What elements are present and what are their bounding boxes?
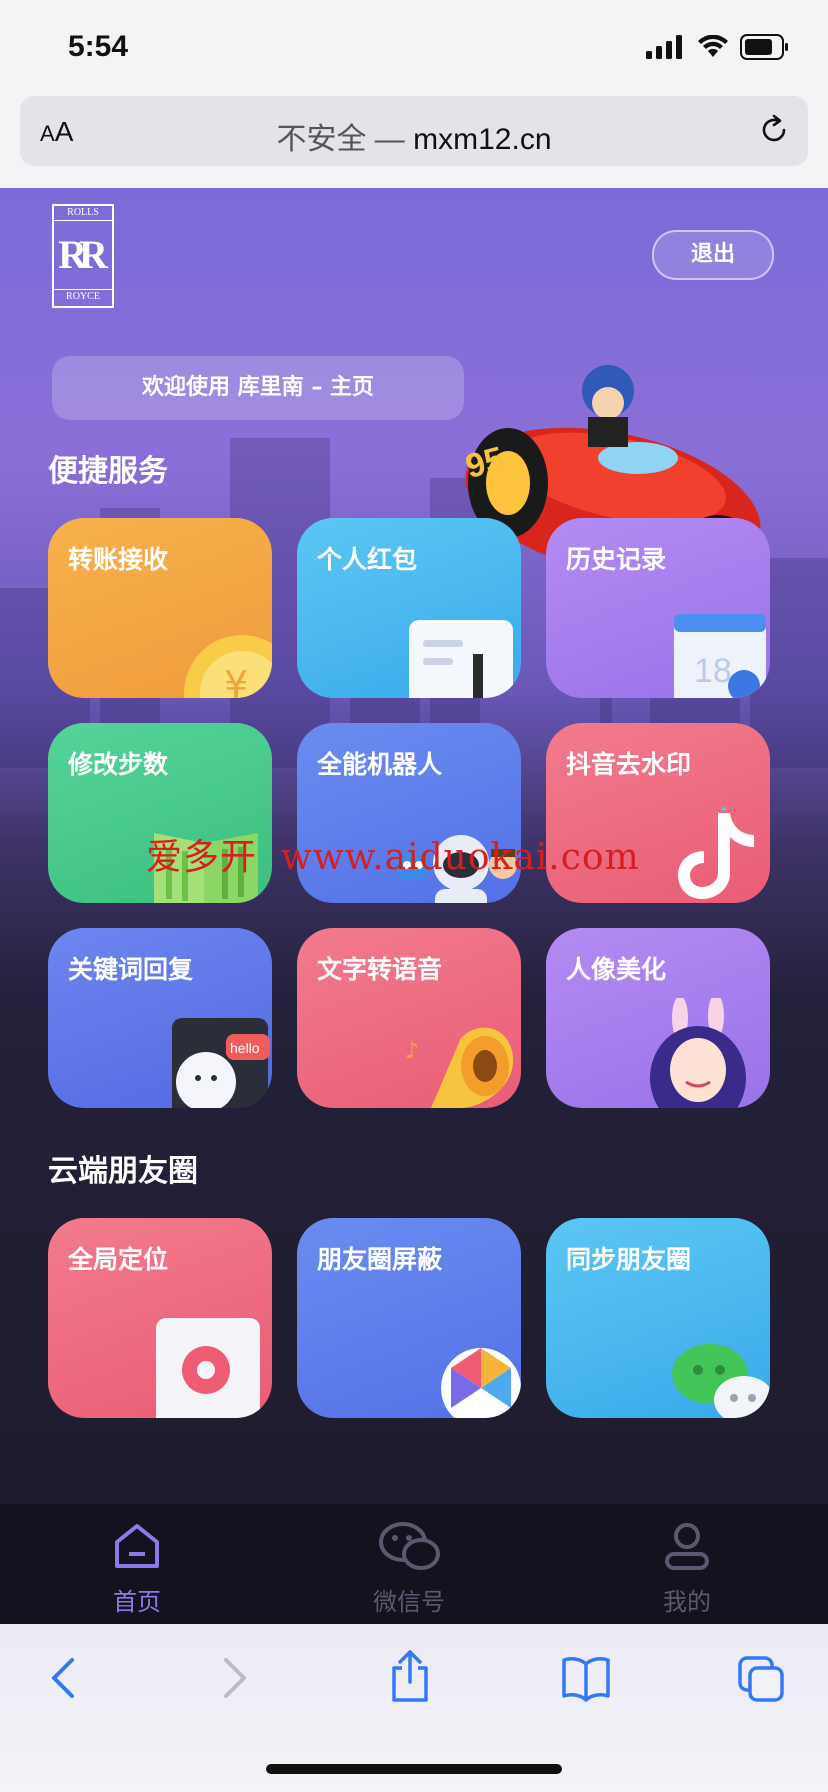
card-label: 转账接收	[68, 545, 169, 574]
chat-phone-icon: hello	[172, 1018, 270, 1108]
svg-text:hello: hello	[230, 1040, 260, 1056]
logo-bottom-text: ROYCE	[54, 289, 112, 304]
wechat-bubbles-icon	[672, 1344, 770, 1418]
tiktok-icon	[678, 807, 754, 899]
calendar-icon: 18	[674, 614, 766, 698]
card-label: 个人红包	[317, 545, 418, 574]
svg-text:¥: ¥	[224, 663, 248, 698]
tab-mine[interactable]: 我的	[612, 1518, 762, 1617]
web-page: ROLLS RR ROYCE 退出 欢迎使用 库里南 – 主页 95 便捷服务 …	[0, 188, 828, 1504]
card-keyword-reply[interactable]: 关键词回复 hello	[48, 928, 272, 1108]
reload-icon[interactable]	[756, 112, 792, 148]
tab-home-label: 首页	[113, 1588, 161, 1616]
tab-home[interactable]: 首页	[62, 1518, 212, 1617]
back-icon[interactable]	[44, 1654, 84, 1702]
card-sync-moments[interactable]: 同步朋友圈	[546, 1218, 770, 1418]
welcome-banner: 欢迎使用 库里南 – 主页	[52, 356, 464, 420]
gramophone-icon: ♪	[405, 1027, 514, 1108]
rolls-royce-logo: ROLLS RR ROYCE	[52, 204, 114, 308]
wechat-icon	[379, 1522, 440, 1570]
bookmarks-icon[interactable]	[560, 1654, 612, 1702]
card-history[interactable]: 历史记录 18	[546, 518, 770, 698]
share-icon[interactable]	[386, 1648, 434, 1704]
document-icon	[409, 620, 513, 698]
section-title-quick-services: 便捷服务	[48, 454, 168, 489]
card-global-location[interactable]: 全局定位	[48, 1218, 272, 1418]
camera-aperture-icon	[441, 1348, 521, 1418]
card-label: 修改步数	[68, 750, 169, 779]
status-bar: 5:54	[0, 0, 828, 92]
address-bar[interactable]: AA 不安全 — mxm12.cn	[20, 96, 808, 166]
section-title-cloud-moments: 云端朋友圈	[48, 1154, 198, 1189]
card-label: 历史记录	[566, 545, 667, 574]
card-label: 关键词回复	[68, 955, 194, 984]
browser-toolbar: AA 不安全 — mxm12.cn	[0, 92, 828, 188]
card-label: 文字转语音	[317, 955, 443, 984]
location-pin-icon	[156, 1318, 260, 1418]
watermark-overlay: 爱多开 www.aiduokai.com	[146, 828, 640, 880]
card-moments-block[interactable]: 朋友圈屏蔽	[297, 1218, 521, 1418]
card-label: 全能机器人	[317, 750, 443, 779]
card-label: 同步朋友圈	[566, 1245, 692, 1274]
wifi-icon	[698, 35, 728, 57]
logo-monogram: RR	[58, 232, 108, 277]
status-icons	[646, 34, 790, 60]
status-time: 5:54	[68, 30, 129, 63]
coin-icon: ¥	[184, 635, 272, 698]
card-label: 朋友圈屏蔽	[317, 1245, 443, 1274]
card-text-to-speech[interactable]: 文字转语音 ♪	[297, 928, 521, 1108]
card-red-packet[interactable]: 个人红包	[297, 518, 521, 698]
home-indicator	[266, 1764, 562, 1774]
url-host: mxm12.cn	[413, 123, 552, 156]
bunny-girl-icon	[650, 998, 746, 1108]
home-icon	[115, 1524, 159, 1568]
battery-icon	[740, 34, 788, 60]
card-label: 人像美化	[566, 955, 667, 984]
logo-top-text: ROLLS	[54, 206, 112, 221]
card-label: 抖音去水印	[566, 750, 692, 779]
watermark-url: www.aiduokai.com	[281, 837, 640, 878]
tab-wechat-label: 微信号	[373, 1588, 445, 1616]
bottom-tab-bar: 首页 微信号 我的	[0, 1504, 828, 1624]
logout-button[interactable]: 退出	[652, 230, 774, 280]
svg-text:♪: ♪	[405, 1039, 419, 1064]
tab-wechat-account[interactable]: 微信号	[334, 1518, 484, 1617]
card-label: 全局定位	[68, 1245, 169, 1274]
forward-icon[interactable]	[214, 1654, 254, 1702]
tabs-icon[interactable]	[736, 1654, 786, 1704]
card-transfer-receive[interactable]: 转账接收 ¥	[48, 518, 272, 698]
user-icon	[665, 1523, 709, 1570]
security-label: 不安全 —	[276, 123, 414, 156]
svg-text:18: 18	[694, 652, 732, 690]
watermark-cn: 爱多开	[146, 837, 258, 878]
cellular-signal-icon	[646, 35, 682, 59]
tab-mine-label: 我的	[663, 1588, 711, 1616]
url-display[interactable]: 不安全 — mxm12.cn	[20, 114, 808, 158]
card-portrait-beauty[interactable]: 人像美化	[546, 928, 770, 1108]
